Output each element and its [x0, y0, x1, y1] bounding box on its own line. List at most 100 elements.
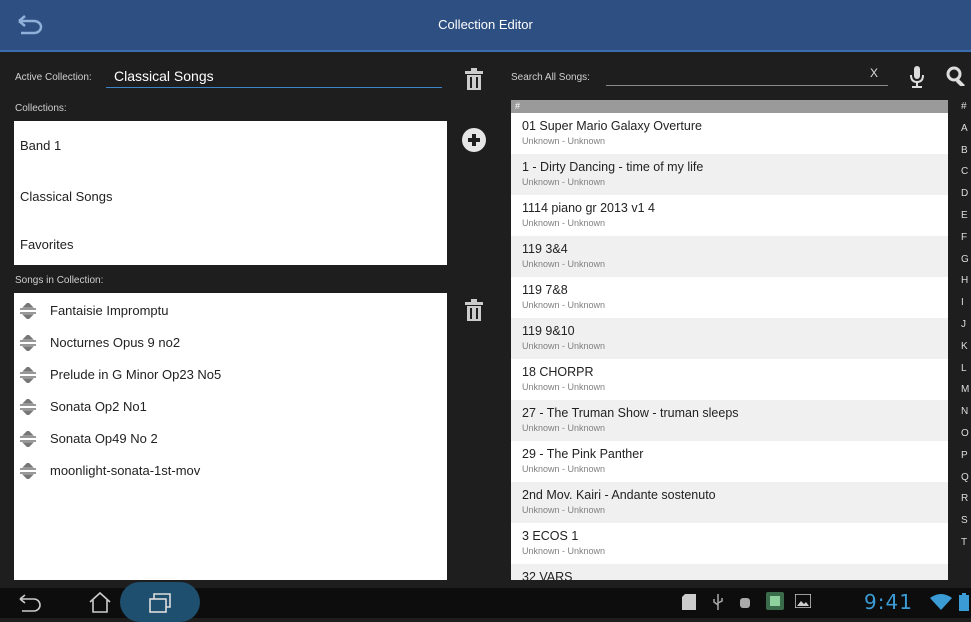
alpha-index-letter[interactable]: D	[961, 183, 971, 205]
list-item[interactable]: 01 Super Mario Galaxy Overture Unknown - …	[511, 113, 948, 154]
wifi-icon	[930, 594, 952, 610]
delete-collection-trash-icon[interactable]	[465, 68, 483, 90]
list-item[interactable]: 3 ECOS 1 Unknown - Unknown	[511, 523, 948, 564]
alpha-index-letter[interactable]: A	[961, 118, 971, 140]
alpha-index-letter[interactable]: I	[961, 292, 971, 314]
list-item[interactable]: Sonata Op2 No1	[14, 391, 445, 423]
drag-handle-icon[interactable]	[20, 367, 36, 383]
alpha-index-letter[interactable]: N	[961, 401, 971, 423]
alpha-index-letter[interactable]: M	[961, 379, 971, 401]
alpha-index-letter[interactable]: T	[961, 532, 971, 554]
drag-handle-icon[interactable]	[20, 463, 36, 479]
song-subtitle: Unknown - Unknown	[522, 300, 606, 310]
song-title: Nocturnes Opus 9 no2	[50, 335, 181, 350]
collections-list: Band 1 Classical Songs Favorites	[14, 121, 447, 265]
list-item[interactable]: Nocturnes Opus 9 no2	[14, 327, 445, 359]
section-header: #	[511, 100, 948, 113]
active-collection-field[interactable]: Classical Songs	[106, 68, 442, 88]
status-clock: 9:41	[864, 590, 913, 614]
list-item[interactable]: Prelude in G Minor Op23 No5	[14, 359, 445, 391]
nav-home-icon[interactable]	[88, 591, 112, 613]
battery-icon	[959, 593, 969, 611]
list-item[interactable]: 1114 piano gr 2013 v1 4 Unknown - Unknown	[511, 195, 948, 236]
song-title: 18 CHORPR	[522, 365, 594, 379]
nav-recent-apps-icon[interactable]	[148, 592, 172, 614]
song-title: 3 ECOS 1	[522, 529, 579, 543]
usb-icon	[713, 594, 723, 610]
collections-label: Collections:	[15, 103, 67, 114]
list-item[interactable]: 119 9&10 Unknown - Unknown	[511, 318, 948, 359]
list-item[interactable]: Sonata Op49 No 2	[14, 423, 445, 455]
songs-in-collection-list: Fantaisie Impromptu Nocturnes Opus 9 no2…	[14, 293, 447, 580]
alpha-index-letter[interactable]: J	[961, 314, 971, 336]
app-notification-icon	[766, 592, 784, 610]
add-collection-plus-icon[interactable]	[462, 128, 486, 152]
collection-item[interactable]: Favorites	[20, 237, 73, 252]
list-item[interactable]: Fantaisie Impromptu	[14, 295, 445, 327]
system-nav-bar	[0, 582, 971, 622]
list-item[interactable]: 29 - The Pink Panther Unknown - Unknown	[511, 441, 948, 482]
list-item[interactable]: 32 VARS	[511, 564, 948, 580]
alpha-index-letter[interactable]: #	[961, 96, 971, 118]
song-subtitle: Unknown - Unknown	[522, 546, 606, 556]
collection-item[interactable]: Band 1	[20, 138, 61, 153]
list-item[interactable]: moonlight-sonata-1st-mov	[14, 455, 445, 487]
sd-card-icon	[682, 594, 696, 610]
songs-in-collection-label: Songs in Collection:	[15, 275, 104, 286]
song-title: Prelude in G Minor Op23 No5	[50, 367, 222, 382]
gallery-icon	[795, 594, 811, 608]
drag-handle-icon[interactable]	[20, 303, 36, 319]
title-bar: Collection Editor	[0, 0, 971, 52]
song-subtitle: Unknown - Unknown	[522, 177, 606, 187]
song-title: 29 - The Pink Panther	[522, 447, 644, 461]
list-item[interactable]: 1 - Dirty Dancing - time of my life Unkno…	[511, 154, 948, 195]
drag-handle-icon[interactable]	[20, 431, 36, 447]
alpha-index-letter[interactable]: P	[961, 445, 971, 467]
alpha-index-letter[interactable]: Q	[961, 467, 971, 489]
alpha-index-letter[interactable]: G	[961, 249, 971, 271]
active-collection-label: Active Collection:	[15, 72, 92, 83]
list-item[interactable]: 119 3&4 Unknown - Unknown	[511, 236, 948, 277]
clear-search-button[interactable]: X	[870, 66, 878, 80]
song-subtitle: Unknown - Unknown	[522, 259, 606, 269]
list-item[interactable]: 2nd Mov. Kairi - Andante sostenuto Unknow…	[511, 482, 948, 523]
song-title: 2nd Mov. Kairi - Andante sostenuto	[522, 488, 716, 502]
list-item[interactable]: 119 7&8 Unknown - Unknown	[511, 277, 948, 318]
song-subtitle: Unknown - Unknown	[522, 341, 606, 351]
song-subtitle: Unknown - Unknown	[522, 464, 606, 474]
remove-song-trash-icon[interactable]	[465, 299, 483, 321]
song-title: 32 VARS	[522, 570, 573, 580]
microphone-icon[interactable]	[910, 66, 924, 88]
alpha-index-letter[interactable]: K	[961, 336, 971, 358]
alpha-index-letter[interactable]: S	[961, 510, 971, 532]
song-subtitle: Unknown - Unknown	[522, 423, 606, 433]
alpha-index-letter[interactable]: L	[961, 358, 971, 380]
song-title: 119 3&4	[522, 242, 568, 256]
alpha-index-letter[interactable]: O	[961, 423, 971, 445]
alpha-index-letter[interactable]: F	[961, 227, 971, 249]
alpha-index-letter[interactable]: E	[961, 205, 971, 227]
song-subtitle: Unknown - Unknown	[522, 505, 606, 515]
alpha-index-letter[interactable]: H	[961, 270, 971, 292]
song-title: Fantaisie Impromptu	[50, 303, 169, 318]
search-input[interactable]	[606, 85, 888, 86]
alpha-index-letter[interactable]: C	[961, 161, 971, 183]
list-item[interactable]: 27 - The Truman Show - truman sleeps Unkn…	[511, 400, 948, 441]
drag-handle-icon[interactable]	[20, 335, 36, 351]
alphabet-index[interactable]: # A B C D E F G H I J K L M N O P Q R S T	[961, 96, 971, 554]
search-all-songs-label: Search All Songs:	[511, 72, 590, 83]
nav-back-icon[interactable]	[16, 594, 42, 612]
all-songs-list: # 01 Super Mario Galaxy Overture Unknown …	[511, 100, 948, 580]
song-title: moonlight-sonata-1st-mov	[50, 463, 201, 478]
list-item[interactable]: 18 CHORPR Unknown - Unknown	[511, 359, 948, 400]
alpha-index-letter[interactable]: R	[961, 488, 971, 510]
song-title: 27 - The Truman Show - truman sleeps	[522, 406, 739, 420]
page-title: Collection Editor	[438, 17, 533, 32]
android-debug-icon	[740, 598, 750, 608]
song-title: 1114 piano gr 2013 v1 4	[522, 201, 655, 215]
search-icon[interactable]	[946, 66, 966, 86]
drag-handle-icon[interactable]	[20, 399, 36, 415]
collection-item[interactable]: Classical Songs	[20, 189, 113, 204]
song-subtitle: Unknown - Unknown	[522, 382, 606, 392]
alpha-index-letter[interactable]: B	[961, 140, 971, 162]
